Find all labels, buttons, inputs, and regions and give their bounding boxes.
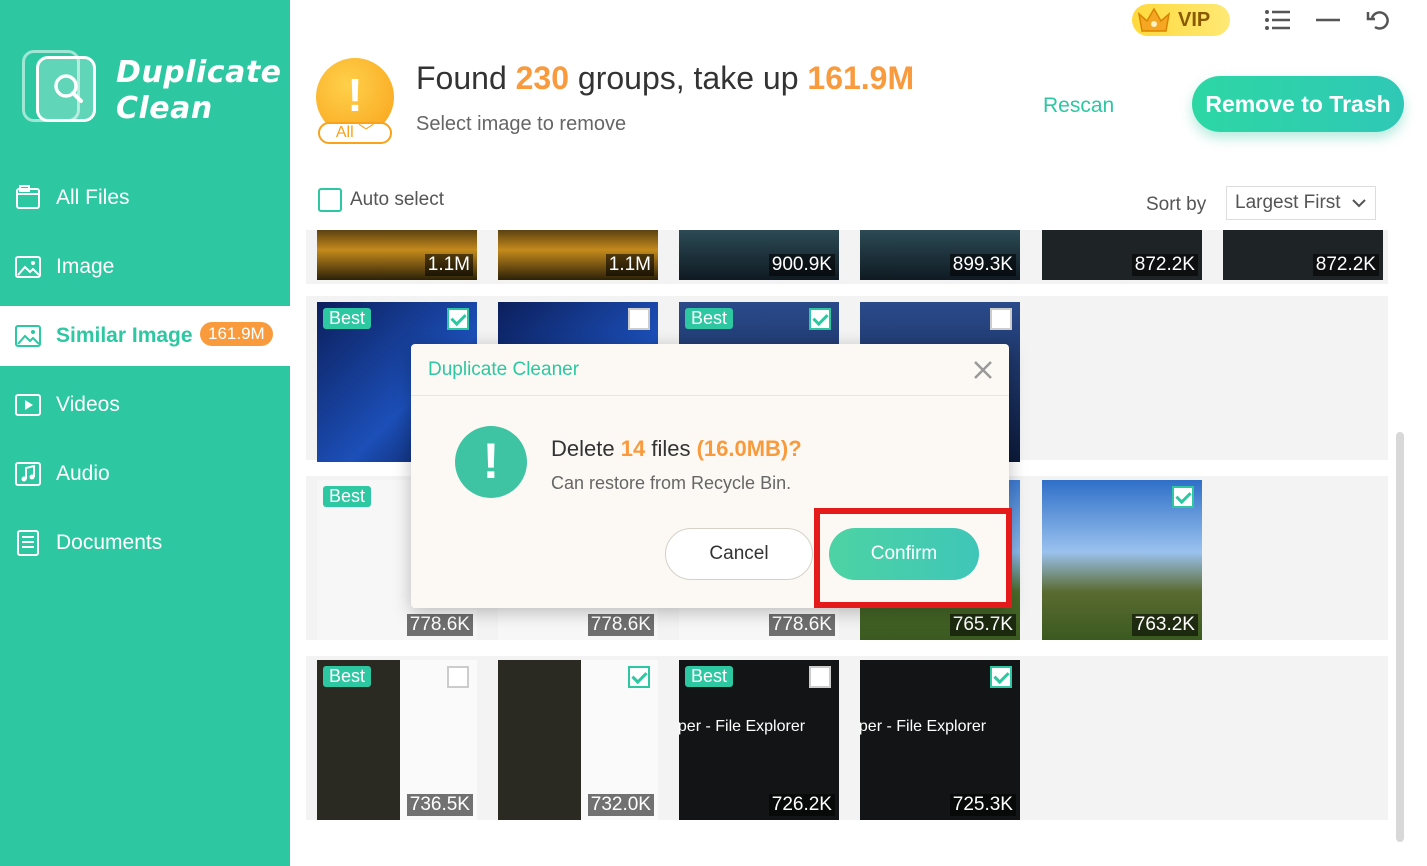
image-thumbnail[interactable]: Best 736.5K xyxy=(317,660,477,820)
sidebar-item-all-files[interactable]: All Files xyxy=(0,168,290,228)
audio-icon xyxy=(15,462,41,486)
image-thumbnail[interactable]: 763.2K xyxy=(1042,480,1202,640)
sidebar-item-audio[interactable]: Audio xyxy=(0,444,290,504)
select-checkbox[interactable] xyxy=(447,308,469,330)
summary-subtitle: Select image to remove xyxy=(416,113,627,135)
filter-dropdown[interactable]: All ﹀ xyxy=(318,122,392,144)
image-group: 1.1M 1.1M 900.9K 899.3K 872.2K 872.2K xyxy=(306,230,1388,284)
sidebar-item-videos[interactable]: Videos xyxy=(0,375,290,435)
dialog-header: Duplicate Cleaner xyxy=(411,344,1009,396)
menu-icon[interactable] xyxy=(1264,8,1292,32)
image-icon xyxy=(15,256,41,278)
crown-icon xyxy=(1137,7,1171,32)
select-checkbox[interactable] xyxy=(447,666,469,688)
scrollbar[interactable] xyxy=(1396,432,1404,842)
vip-badge[interactable]: VIP xyxy=(1132,4,1230,36)
auto-select-checkbox[interactable]: Auto select xyxy=(318,188,444,212)
select-checkbox[interactable] xyxy=(809,666,831,688)
sidebar-item-documents[interactable]: Documents xyxy=(0,513,290,573)
dialog-question: Delete 14 files (16.0MB)? xyxy=(551,436,802,461)
sidebar: Duplicate Clean All Files Image Similar … xyxy=(0,0,290,866)
chevron-down-icon xyxy=(1352,199,1366,208)
close-icon[interactable] xyxy=(971,358,995,382)
sidebar-item-label: Similar Image xyxy=(56,324,193,347)
sidebar-item-label: Audio xyxy=(56,462,110,485)
chevron-down-icon: ﹀ xyxy=(358,124,375,141)
sidebar-item-label: Documents xyxy=(56,531,163,554)
minimize-icon[interactable] xyxy=(1314,8,1342,32)
highlight-box xyxy=(814,508,1012,608)
image-thumbnail[interactable]: 899.3K xyxy=(860,230,1020,280)
select-checkbox[interactable] xyxy=(990,666,1012,688)
sort-label: Sort by xyxy=(1146,194,1207,215)
select-checkbox[interactable] xyxy=(990,308,1012,330)
image-thumbnail[interactable]: 1.1M xyxy=(317,230,477,280)
app-name: Duplicate Clean xyxy=(116,55,282,126)
sidebar-item-similar-image[interactable]: Similar Image 161.9M xyxy=(0,306,290,366)
select-checkbox[interactable] xyxy=(809,308,831,330)
sidebar-item-label: Videos xyxy=(56,393,120,416)
video-icon xyxy=(15,394,41,416)
summary-title: Found 230 groups, take up 161.9M xyxy=(416,60,915,96)
select-checkbox[interactable] xyxy=(628,666,650,688)
image-thumbnail[interactable]: 732.0K xyxy=(498,660,658,820)
remove-to-trash-button[interactable]: Remove to Trash xyxy=(1192,76,1404,132)
select-checkbox[interactable] xyxy=(1172,486,1194,508)
folder-icon xyxy=(16,185,40,209)
dialog-subtitle: Can restore from Recycle Bin. xyxy=(551,473,792,493)
sort-select[interactable]: Largest First xyxy=(1226,186,1376,220)
select-checkbox[interactable] xyxy=(628,308,650,330)
sidebar-item-label: All Files xyxy=(56,186,130,209)
app-logo xyxy=(20,46,100,126)
info-icon: ! xyxy=(455,426,527,498)
sidebar-item-image[interactable]: Image xyxy=(0,237,290,297)
rescan-link[interactable]: Rescan xyxy=(1043,94,1114,118)
similar-image-icon xyxy=(15,325,41,347)
sidebar-item-label: Image xyxy=(56,255,115,278)
restore-icon[interactable] xyxy=(1366,8,1394,32)
image-thumbnail[interactable]: 1.1M xyxy=(498,230,658,280)
document-icon xyxy=(17,530,39,556)
image-group: Best 736.5K 732.0K Best oper - File Explo… xyxy=(306,656,1388,820)
image-thumbnail[interactable]: 872.2K xyxy=(1223,230,1383,280)
size-badge: 161.9M xyxy=(200,322,273,346)
image-thumbnail[interactable]: oper - File Explorer 725.3K xyxy=(860,660,1020,820)
dialog-title: Duplicate Cleaner xyxy=(428,359,580,380)
image-thumbnail[interactable]: 872.2K xyxy=(1042,230,1202,280)
image-thumbnail[interactable]: 900.9K xyxy=(679,230,839,280)
cancel-button[interactable]: Cancel xyxy=(665,528,813,580)
image-thumbnail[interactable]: Best oper - File Explorer 726.2K xyxy=(679,660,839,820)
